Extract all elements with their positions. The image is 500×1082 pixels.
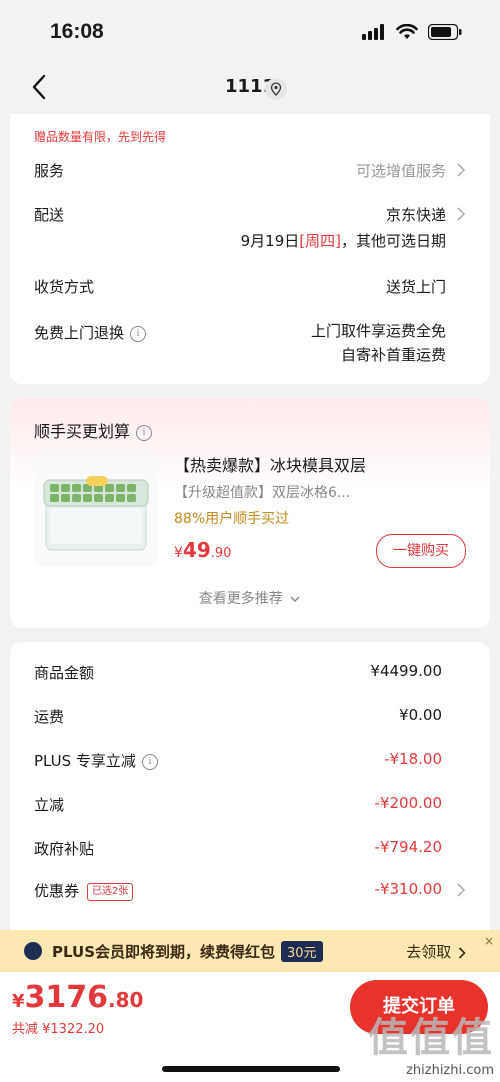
plus-renew-message: PLUS会员即将到期，续费得红包 xyxy=(52,943,276,961)
price-symbol: ¥ xyxy=(174,545,183,561)
subsidy-label: 政府补贴 xyxy=(34,840,95,858)
chevron-down-icon xyxy=(290,596,300,602)
subsidy-value: -¥794.20 xyxy=(374,838,442,856)
return-label: 免费上门退换 i xyxy=(34,322,147,343)
plus-renew-banner[interactable]: PLUS会员即将到期，续费得红包 30元 去领取 × xyxy=(0,930,500,972)
price-dec: .90 xyxy=(210,546,232,561)
return-label-text: 免费上门退换 xyxy=(34,324,125,342)
chevron-right-icon[interactable] xyxy=(456,207,466,221)
delivery-label: 配送 xyxy=(34,206,65,224)
status-bar: 16:08 xyxy=(0,0,500,64)
info-icon[interactable]: i xyxy=(136,424,153,441)
shipping-label: 运费 xyxy=(34,708,65,726)
amount-card: 商品金额 ¥4499.00 运费 ¥0.00 PLUS 专享立减 i -¥18.0… xyxy=(10,642,490,942)
amount-value: ¥4499.00 xyxy=(370,662,442,680)
shipping-value: ¥0.00 xyxy=(399,706,442,724)
info-icon[interactable]: i xyxy=(141,753,158,770)
page-title: 1111 xyxy=(224,76,276,97)
nav-bar: 1111 xyxy=(0,64,500,114)
delivery-value[interactable]: 京东快递 xyxy=(386,204,446,225)
product-title[interactable]: 【热卖爆款】冰块模具双层 xyxy=(174,452,366,476)
ice-tray-image xyxy=(43,476,149,551)
instant-discount-value: -¥200.00 xyxy=(374,794,442,812)
product-subtitle: 【升级超值款】双层冰格6... xyxy=(174,485,351,501)
plus-amount-badge: 30元 xyxy=(281,941,323,962)
coupon-label[interactable]: 优惠券 已选2张 xyxy=(34,880,134,901)
plus-claim-link[interactable]: 去领取 xyxy=(406,941,466,962)
signal-icon xyxy=(362,24,384,40)
delivery-date[interactable]: 9月19日[周四]，其他可选日期 xyxy=(241,230,446,251)
more-recommend-link[interactable]: 查看更多推荐 xyxy=(10,588,490,608)
delivery-card: 赠品数量有限，先到先得 服务 可选增值服务 配送 京东快递 9月19日[周四]，… xyxy=(10,114,490,384)
product-price: ¥49.90 xyxy=(174,538,231,562)
plus-claim-text: 去领取 xyxy=(406,943,452,961)
plus-logo-icon xyxy=(24,942,42,960)
total-int: 3176 xyxy=(24,980,109,1015)
recommend-title: 顺手买更划算 i xyxy=(34,418,153,442)
wifi-icon xyxy=(396,24,418,39)
info-icon[interactable]: i xyxy=(130,325,147,342)
total-symbol: ¥ xyxy=(12,991,25,1012)
delivery-date-weekday: [周四] xyxy=(299,232,341,250)
amount-label: 商品金额 xyxy=(34,664,95,682)
watermark: 值值值 zhizhizhi.com xyxy=(368,1005,494,1078)
return-line2: 自寄补首重运费 xyxy=(340,346,446,364)
chevron-right-icon[interactable] xyxy=(456,883,466,897)
coupon-badge: 已选2张 xyxy=(87,882,134,901)
watermark-url: zhizhizhi.com xyxy=(406,1063,494,1078)
chevron-right-icon xyxy=(458,946,466,959)
plus-renew-text: PLUS会员即将到期，续费得红包 30元 xyxy=(52,941,323,962)
close-icon[interactable]: × xyxy=(484,934,494,948)
recommend-card: 顺手买更划算 i 【热卖爆款】冰块模具双层 【升级超值款】双层冰格6... 88%… xyxy=(10,398,490,628)
product-image[interactable] xyxy=(34,454,158,566)
return-line1: 上门取件享运费全免 xyxy=(310,322,446,340)
instant-discount-label: 立减 xyxy=(34,796,65,814)
chevron-right-icon[interactable] xyxy=(456,163,466,177)
location-button[interactable] xyxy=(265,78,287,100)
home-indicator xyxy=(162,1066,340,1072)
gift-note: 赠品数量有限，先到先得 xyxy=(34,130,167,144)
product-note: 88%用户顺手买过 xyxy=(174,511,290,527)
status-icons xyxy=(362,24,462,40)
more-recommend-text: 查看更多推荐 xyxy=(198,591,283,607)
coupon-value[interactable]: -¥310.00 xyxy=(375,880,442,898)
coupon-label-text: 优惠券 xyxy=(34,882,80,900)
plus-discount-label: PLUS 专享立减 i xyxy=(34,750,158,771)
total-price: ¥3176.80 xyxy=(12,980,143,1015)
delivery-date-prefix: 9月19日 xyxy=(240,232,300,250)
total-dec: .80 xyxy=(108,988,144,1012)
receive-value[interactable]: 送货上门 xyxy=(386,276,446,297)
one-click-buy-button[interactable]: 一键购买 xyxy=(376,534,466,568)
battery-icon xyxy=(428,24,462,40)
price-int: 49 xyxy=(182,538,211,562)
receive-label: 收货方式 xyxy=(34,278,95,296)
recommend-title-text: 顺手买更划算 xyxy=(34,422,131,441)
total-saved: 共减 ¥1322.20 xyxy=(12,1022,105,1037)
status-time: 16:08 xyxy=(50,20,104,43)
service-value[interactable]: 可选增值服务 xyxy=(356,160,446,181)
plus-discount-value: -¥18.00 xyxy=(384,750,442,768)
service-label: 服务 xyxy=(34,162,65,180)
watermark-logo: 值值值 xyxy=(368,1015,494,1061)
location-pin-icon xyxy=(270,82,282,96)
plus-discount-text: PLUS 专享立减 xyxy=(34,752,136,770)
delivery-date-suffix: ，其他可选日期 xyxy=(340,232,446,250)
